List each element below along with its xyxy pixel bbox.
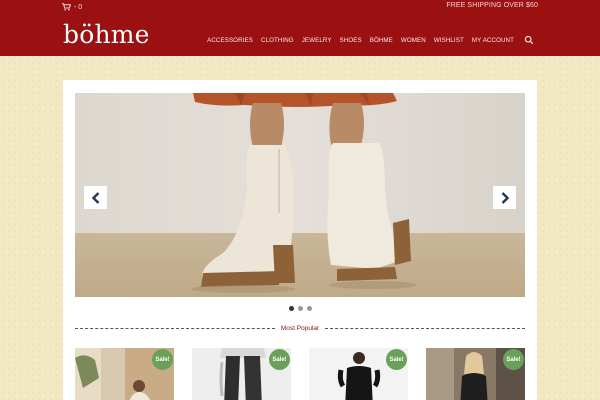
cart-icon xyxy=(62,3,71,11)
slider-dot-3[interactable] xyxy=(306,306,312,311)
slider-prev-button[interactable] xyxy=(84,186,107,209)
shipping-note: FREE SHIPPING OVER $60 xyxy=(446,2,538,9)
product-card[interactable]: Sale! xyxy=(426,348,525,400)
nav-item-jewelry[interactable]: JEWELRY xyxy=(302,37,332,44)
slider-next-button[interactable] xyxy=(493,186,516,209)
divider-right xyxy=(325,327,526,329)
site-header: - 0 FREE SHIPPING OVER $60 böhme ACCESSO… xyxy=(0,0,600,56)
main-nav: ACCESSORIES CLOTHING JEWELRY SHOES BÖHME… xyxy=(207,35,534,45)
slider-dot-1[interactable] xyxy=(288,306,294,311)
product-card[interactable]: Sale! xyxy=(309,348,408,400)
product-card[interactable]: Sale! xyxy=(75,348,174,400)
site-logo[interactable]: böhme xyxy=(63,22,150,47)
section-title: Most Popular xyxy=(280,324,320,332)
sale-badge: Sale! xyxy=(269,349,290,370)
slider-dots xyxy=(63,306,537,311)
product-card[interactable]: Sale! xyxy=(192,348,291,400)
nav-item-accessories[interactable]: ACCESSORIES xyxy=(207,37,253,44)
hero-slider[interactable] xyxy=(75,93,525,297)
sale-badge: Sale! xyxy=(152,349,173,370)
nav-item-wishlist[interactable]: WISHLIST xyxy=(434,37,464,44)
search-icon[interactable] xyxy=(524,35,534,45)
sale-badge: Sale! xyxy=(503,349,524,370)
most-popular-heading: Most Popular xyxy=(75,323,526,333)
sale-badge: Sale! xyxy=(386,349,407,370)
hero-boots-image xyxy=(191,93,417,293)
content-card: Most Popular Sale! Sale! Sale! Sale! xyxy=(63,80,537,400)
nav-item-bohme[interactable]: BÖHME xyxy=(370,37,393,44)
chevron-left-icon xyxy=(91,191,99,204)
nav-item-shoes[interactable]: SHOES xyxy=(340,37,362,44)
product-grid: Sale! Sale! Sale! Sale! xyxy=(75,348,525,400)
chevron-right-icon xyxy=(501,191,509,204)
nav-item-women[interactable]: WOMEN xyxy=(401,37,426,44)
cart-count: - 0 xyxy=(74,3,83,11)
nav-item-my-account[interactable]: MY ACCOUNT xyxy=(472,37,514,44)
cart-link[interactable]: - 0 xyxy=(62,2,82,12)
divider-left xyxy=(75,327,275,329)
nav-item-clothing[interactable]: CLOTHING xyxy=(261,37,294,44)
slider-dot-2[interactable] xyxy=(297,306,303,311)
